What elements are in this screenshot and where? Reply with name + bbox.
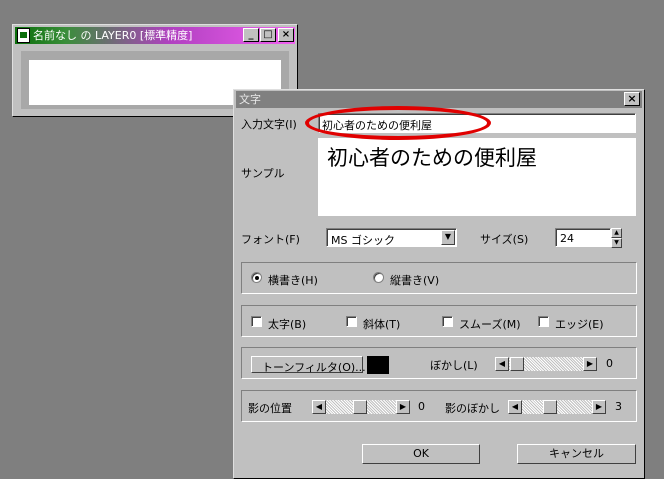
shadow-position-value: 0 [418, 400, 425, 413]
minimize-button[interactable]: _ [243, 28, 259, 42]
right-arrow-icon[interactable]: ▶ [396, 400, 410, 414]
document-icon [17, 28, 30, 43]
cancel-label: キャンセル [549, 447, 604, 460]
input-text-value: 初心者のための便利屋 [322, 119, 432, 132]
size-label: サイズ(S) [480, 233, 529, 246]
italic-label: 斜体(T) [363, 318, 401, 331]
tone-filter-label: トーンフィルタ(O)... [262, 361, 366, 374]
smooth-label: スムーズ(M) [459, 318, 521, 331]
sample-preview: 初心者のための便利屋 [318, 138, 636, 216]
blur-value: 0 [606, 357, 613, 370]
horizontal-radio[interactable] [251, 272, 262, 283]
style-group: 太字(B) 斜体(T) スムーズ(M) エッジ(E) [241, 305, 637, 337]
horizontal-label: 横書き(H) [268, 274, 318, 287]
shadow-blur-label: 影のぼかし [445, 402, 500, 415]
close-button[interactable]: × [278, 28, 294, 42]
shadow-position-label: 影の位置 [248, 402, 292, 415]
cancel-button[interactable]: キャンセル [517, 444, 636, 464]
layer-title-bar[interactable]: 名前なし の LAYER0 [標準精度] _ □ × [15, 27, 295, 44]
size-value: 24 [560, 232, 574, 245]
tone-filter-button[interactable]: トーンフィルタ(O)... [251, 356, 366, 374]
tone-color-swatch[interactable] [367, 356, 389, 374]
smooth-checkbox[interactable] [442, 316, 453, 327]
vertical-label: 縦書き(V) [390, 274, 440, 287]
edge-label: エッジ(E) [555, 318, 604, 331]
font-value: MS ゴシック [331, 234, 395, 247]
blur-label: ぼかし(L) [430, 359, 478, 372]
maximize-button[interactable]: □ [260, 28, 276, 42]
sample-label: サンプル [241, 167, 285, 180]
shadow-blur-thumb[interactable] [543, 400, 557, 414]
shadow-group: 影の位置 ◀ ▶ 0 影のぼかし ◀ ▶ 3 [241, 390, 637, 422]
layer-window-title: 名前なし の LAYER0 [標準精度] [33, 29, 193, 42]
orientation-group: 横書き(H) 縦書き(V) [241, 262, 637, 294]
font-label: フォント(F) [241, 233, 300, 246]
vertical-radio[interactable] [373, 272, 384, 283]
shadow-position-thumb[interactable] [353, 400, 367, 414]
input-text-field[interactable]: 初心者のための便利屋 [318, 113, 636, 133]
filter-group: トーンフィルタ(O)... ぼかし(L) ◀ ▶ 0 [241, 347, 637, 379]
dialog-close-button[interactable]: × [624, 92, 640, 106]
left-arrow-icon[interactable]: ◀ [312, 400, 326, 414]
size-input[interactable]: 24 [555, 228, 611, 247]
sample-text: 初心者のための便利屋 [327, 146, 537, 170]
dialog-title: 文字 [239, 93, 261, 106]
dialog-title-bar[interactable]: 文字 [236, 91, 642, 108]
italic-checkbox[interactable] [346, 316, 357, 327]
left-arrow-icon[interactable]: ◀ [495, 357, 509, 371]
text-dialog: 文字 × 入力文字(I) 初心者のための便利屋 サンプル 初心者のための便利屋 … [233, 89, 645, 479]
shadow-blur-slider[interactable] [522, 400, 592, 414]
size-down-icon[interactable]: ▼ [611, 238, 622, 248]
right-arrow-icon[interactable]: ▶ [592, 400, 606, 414]
bold-checkbox[interactable] [251, 316, 262, 327]
edge-checkbox[interactable] [538, 316, 549, 327]
ok-button[interactable]: OK [362, 444, 480, 464]
input-text-label: 入力文字(I) [241, 118, 297, 131]
left-arrow-icon[interactable]: ◀ [508, 400, 522, 414]
size-up-icon[interactable]: ▲ [611, 228, 622, 238]
font-select[interactable]: MS ゴシック ▼ [326, 228, 457, 247]
ok-label: OK [413, 447, 429, 460]
dropdown-arrow-icon[interactable]: ▼ [441, 230, 455, 245]
blur-slider-thumb[interactable] [510, 357, 524, 371]
shadow-blur-value: 3 [615, 400, 622, 413]
bold-label: 太字(B) [268, 318, 307, 331]
right-arrow-icon[interactable]: ▶ [583, 357, 597, 371]
